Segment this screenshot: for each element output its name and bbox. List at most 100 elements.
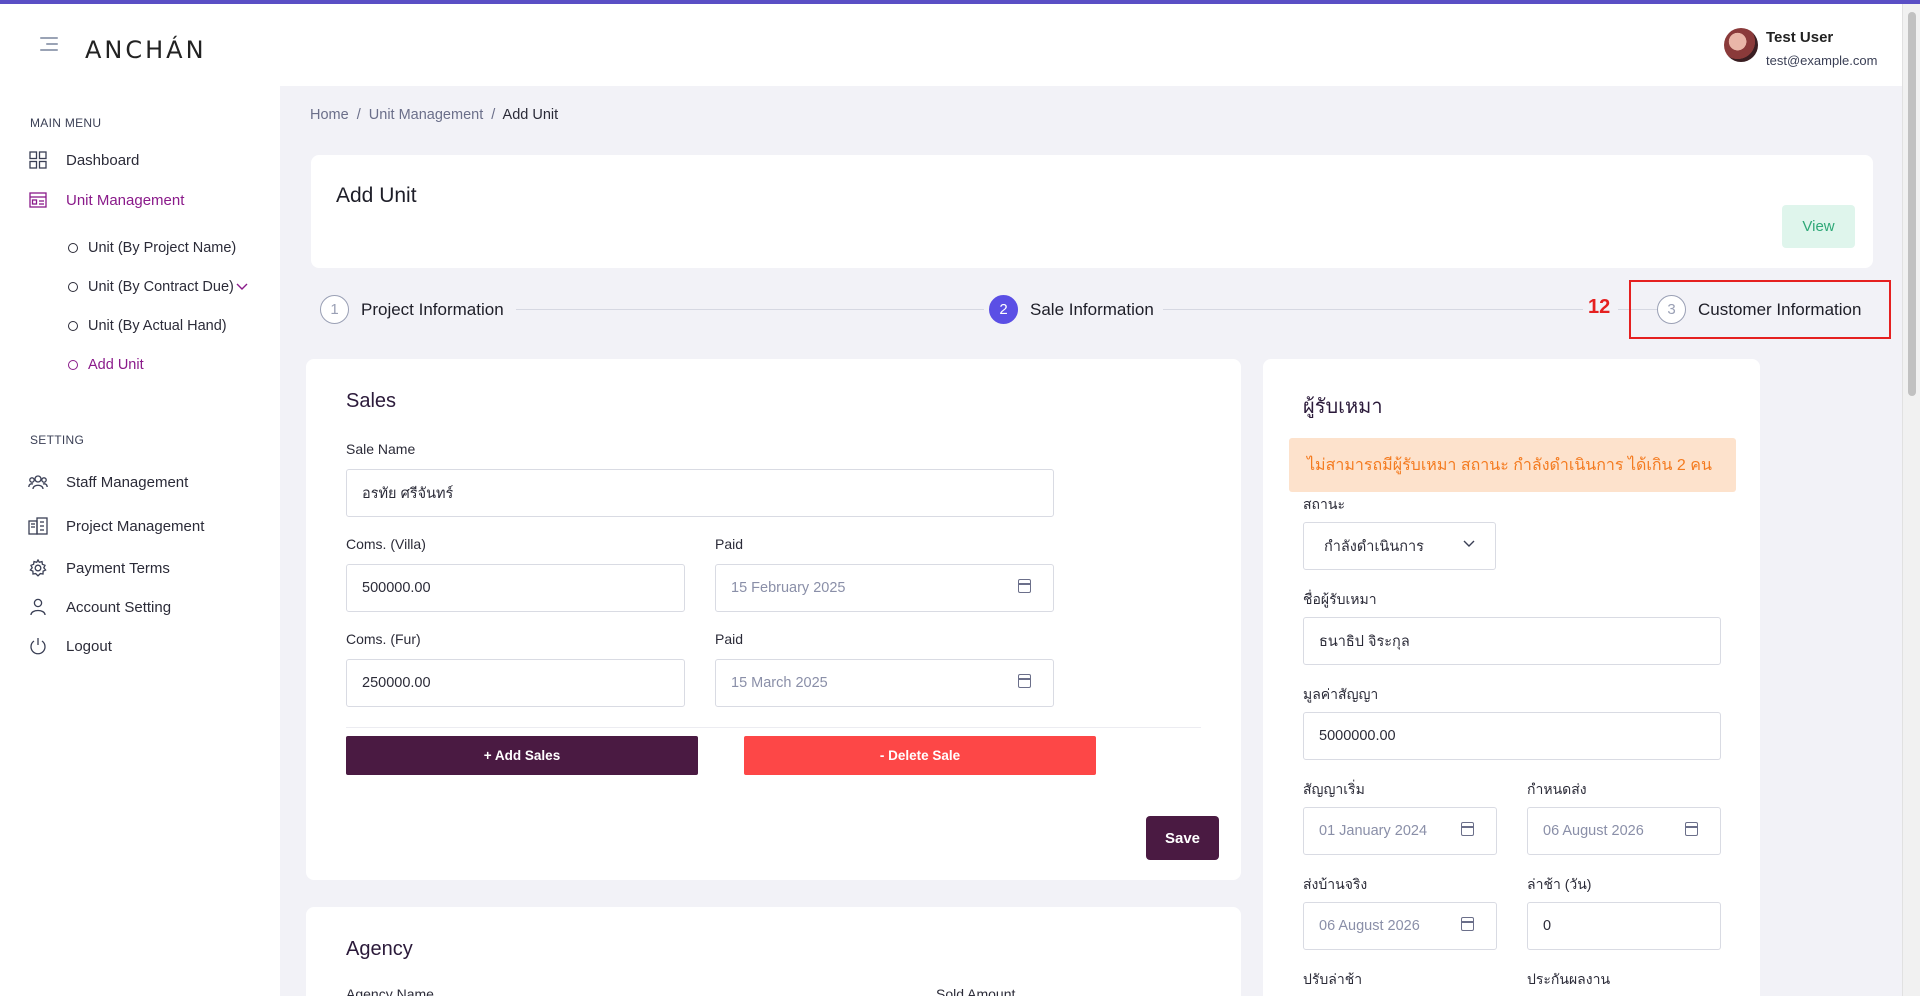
breadcrumb-home[interactable]: Home (310, 107, 349, 123)
calendar-icon[interactable] (1461, 917, 1474, 931)
contractor-title: ผู้รับเหมา (1303, 396, 1383, 418)
due-date-input[interactable]: 06 August 2026 (1527, 807, 1721, 855)
sidebar-subitem-by-contract[interactable]: Unit (By Contract Due) (68, 279, 234, 295)
status-select[interactable]: กำลังดำเนินการ (1303, 522, 1496, 570)
paid-date-input[interactable]: 15 February 2025 (715, 564, 1054, 612)
sidebar-subitem-by-actual[interactable]: Unit (By Actual Hand) (68, 318, 227, 334)
sales-title: Sales (346, 390, 397, 412)
input-value: อรทัย ศรีจันทร์ (362, 485, 454, 502)
page-scrollbar[interactable] (1902, 4, 1920, 996)
step-number: 2 (989, 295, 1018, 324)
select-value: กำลังดำเนินการ (1324, 538, 1424, 555)
menu-toggle-icon[interactable] (40, 37, 58, 53)
calendar-icon[interactable] (1685, 822, 1698, 836)
user-name[interactable]: Test User (1766, 29, 1833, 46)
step-label: Project Information (361, 299, 504, 319)
input-value: 500000.00 (362, 580, 431, 596)
page-title: Add Unit (336, 184, 417, 207)
contractor-name-input[interactable]: ธนาธิป จิระกุล (1303, 617, 1721, 665)
step-customer-information[interactable]: 3 Customer Information (1657, 295, 1861, 324)
breadcrumb-separator: / (491, 107, 496, 123)
sale-name-label: Sale Name (346, 441, 416, 457)
circle-icon (68, 282, 78, 292)
input-value: 06 August 2026 (1543, 823, 1644, 839)
actual-handover-label: ส่งบ้านจริง (1303, 876, 1368, 892)
subitem-label: Unit (By Contract Due) (88, 279, 234, 295)
paid-date-input[interactable]: 15 March 2025 (715, 659, 1054, 707)
page-title-card: Add Unit View (311, 155, 1873, 268)
header: ANCHÁN Test User test@example.com (0, 4, 1902, 86)
chevron-down-icon[interactable] (236, 280, 248, 294)
dashboard-icon (28, 150, 48, 170)
input-value: 06 August 2026 (1319, 918, 1420, 934)
sidebar-subitem-by-project[interactable]: Unit (By Project Name) (68, 240, 236, 256)
view-button[interactable]: View (1782, 205, 1855, 248)
input-value: 01 January 2024 (1319, 823, 1428, 839)
sidebar-item-unit-management[interactable]: Unit Management (28, 190, 184, 210)
save-button[interactable]: Save (1146, 816, 1219, 860)
agency-name-label: Agency Name (346, 986, 434, 996)
calendar-icon[interactable] (1018, 674, 1031, 688)
sales-card: Sales (306, 359, 1241, 880)
sidebar-item-label: Unit Management (66, 191, 185, 209)
user-email: test@example.com (1766, 53, 1878, 68)
sidebar-item-dashboard[interactable]: Dashboard (28, 150, 139, 170)
calendar-icon[interactable] (1461, 822, 1474, 836)
circle-icon (68, 243, 78, 253)
subitem-label: Unit (By Actual Hand) (88, 318, 227, 334)
agency-card: Agency Agency Name Sold Amount (306, 907, 1241, 996)
late-days-label: ล่าช้า (วัน) (1527, 876, 1592, 892)
status-label: สถานะ (1303, 496, 1345, 512)
coms-fur-label: Coms. (Fur) (346, 631, 421, 647)
sidebar-item-label: Dashboard (66, 151, 140, 169)
circle-icon (68, 360, 78, 370)
warranty-label: ประกันผลงาน (1527, 971, 1611, 987)
input-value: 250000.00 (362, 675, 431, 691)
actual-handover-input[interactable]: 06 August 2026 (1303, 902, 1497, 950)
sidebar-item-staff-management[interactable]: Staff Management (28, 472, 188, 492)
step-sale-information[interactable]: 2 Sale Information (989, 295, 1154, 324)
scrollbar-thumb[interactable] (1908, 12, 1916, 396)
users-icon (28, 472, 48, 492)
sale-name-input[interactable]: อรทัย ศรีจันทร์ (346, 469, 1054, 517)
step-connector (1163, 309, 1583, 310)
sidebar-item-account-setting[interactable]: Account Setting (28, 597, 171, 617)
contract-start-label: สัญญาเริ่ม (1303, 781, 1365, 797)
building-icon (28, 516, 48, 536)
coms-villa-input[interactable]: 500000.00 (346, 564, 685, 612)
breadcrumb-current: Add Unit (502, 107, 559, 123)
warning-alert: ไม่สามารถมีผู้รับเหมา สถานะ กำลังดำเนินก… (1289, 438, 1736, 492)
contract-start-input[interactable]: 01 January 2024 (1303, 807, 1497, 855)
calendar-icon[interactable] (1018, 579, 1031, 593)
delete-sale-button[interactable]: - Delete Sale (744, 736, 1096, 775)
contract-value-label: มูลค่าสัญญา (1303, 686, 1379, 702)
paid-label: Paid (715, 536, 744, 552)
input-value: 15 March 2025 (731, 675, 828, 691)
contractor-name-label: ชื่อผู้รับเหมา (1303, 591, 1377, 607)
sidebar-item-label: Project Management (66, 517, 205, 535)
breadcrumb-unit-management[interactable]: Unit Management (369, 107, 483, 123)
avatar[interactable] (1724, 28, 1758, 62)
sidebar-item-logout[interactable]: Logout (28, 636, 112, 656)
power-icon (28, 636, 48, 656)
sidebar-subitem-add-unit[interactable]: Add Unit (68, 357, 144, 373)
step-project-information[interactable]: 1 Project Information (320, 295, 504, 324)
add-sales-button[interactable]: + Add Sales (346, 736, 698, 775)
app-logo[interactable]: ANCHÁN (85, 36, 207, 64)
subitem-label: Unit (By Project Name) (88, 240, 237, 256)
breadcrumb-separator: / (356, 107, 361, 123)
coms-villa-label: Coms. (Villa) (346, 536, 426, 552)
coms-fur-input[interactable]: 250000.00 (346, 659, 685, 707)
late-days-input[interactable]: 0 (1527, 902, 1721, 950)
setting-title: SETTING (30, 433, 85, 447)
divider (346, 727, 1201, 728)
sidebar: MAIN MENU Dashboard Unit Management Unit… (0, 86, 280, 996)
sidebar-item-project-management[interactable]: Project Management (28, 516, 204, 536)
unit-icon (28, 190, 48, 210)
due-date-label: กำหนดส่ง (1527, 781, 1587, 797)
breadcrumb: Home / Unit Management / Add Unit (310, 107, 558, 123)
sidebar-item-payment-terms[interactable]: Payment Terms (28, 558, 170, 578)
step-label: Customer Information (1698, 299, 1862, 319)
user-icon (28, 597, 48, 617)
contract-value-input[interactable]: 5000000.00 (1303, 712, 1721, 760)
